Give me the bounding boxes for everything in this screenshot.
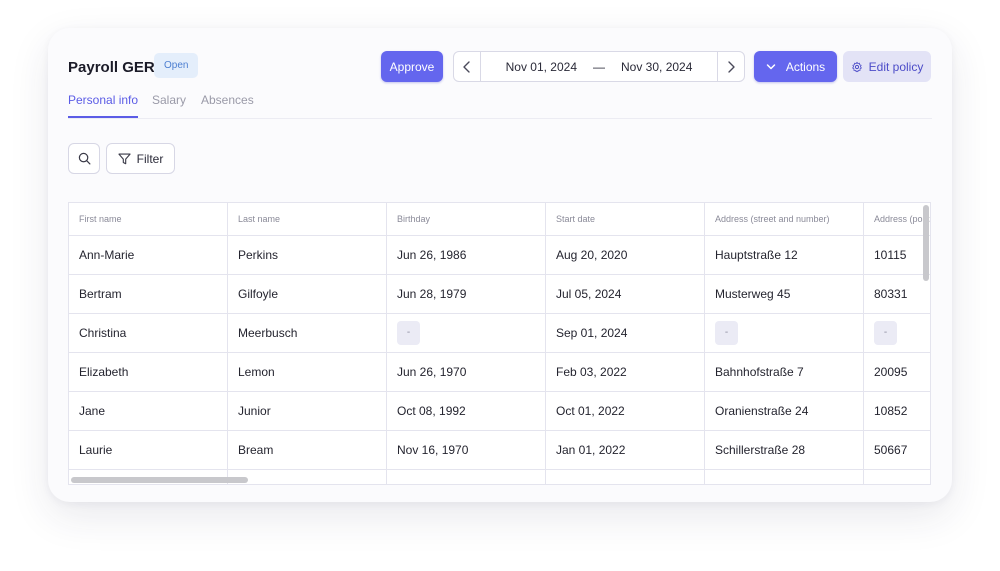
table-row[interactable]: Laurie Bream Nov 16, 1970 Jan 01, 2022 Schil… — [69, 431, 930, 470]
tab-personal-info[interactable]: Personal info — [68, 93, 139, 118]
table-cell: Gilfoyle — [228, 275, 387, 313]
column-header: Address (street and number) — [705, 203, 864, 235]
actions-button[interactable]: Actions — [754, 51, 837, 82]
table-cell: Musterweg 45 — [705, 275, 864, 313]
empty-value-chip: - — [715, 321, 738, 345]
table-cell: 10852 — [864, 392, 930, 430]
table-cell: Lemon — [228, 353, 387, 391]
table-cell: Jun 26, 1986 — [387, 236, 546, 274]
table-cell: - — [864, 314, 930, 352]
table-cell: Jun 26, 1970 — [387, 353, 546, 391]
table-cell: 50667 — [864, 431, 930, 469]
table-cell: Nov 16, 1970 — [387, 431, 546, 469]
previous-period-button[interactable] — [454, 52, 481, 81]
status-badge: Open — [154, 53, 199, 78]
column-header: First name — [69, 203, 228, 235]
table-cell: Sep 01, 2024 — [546, 314, 705, 352]
table-cell: Bertram — [69, 275, 228, 313]
table-cell: Ann-Marie — [69, 236, 228, 274]
table-cell: Bahnhofstraße 7 — [705, 353, 864, 391]
table-cell: 10115 — [864, 236, 930, 274]
payroll-card: Payroll GER Open Approve Nov 01, 2024 — … — [48, 28, 952, 502]
table-cell: Elizabeth — [69, 353, 228, 391]
table-cell: 20095 — [864, 353, 930, 391]
empty-value-chip: - — [874, 321, 897, 345]
column-header: Birthday — [387, 203, 546, 235]
table-cell: Oranienstraße 24 — [705, 392, 864, 430]
table-cell: Jun 28, 1979 — [387, 275, 546, 313]
column-header: Address (postal code) — [864, 203, 930, 235]
table-cell: Oct 01, 2022 — [546, 392, 705, 430]
vertical-scrollbar[interactable] — [923, 205, 929, 281]
table-cell: - — [705, 314, 864, 352]
table-cell: Hauptstraße 12 — [705, 236, 864, 274]
table-cell: Bream — [228, 431, 387, 469]
tab-bar: Personal info Salary Absences — [68, 93, 932, 119]
tab-absences[interactable]: Absences — [201, 93, 254, 118]
table-header-row: First name Last name Birthday Start date Add… — [69, 203, 930, 236]
table-cell — [228, 470, 387, 484]
table-row[interactable]: Elizabeth Lemon Jun 26, 1970 Feb 03, 2022 Ba… — [69, 353, 930, 392]
approve-button[interactable]: Approve — [381, 51, 443, 82]
search-button[interactable] — [68, 143, 100, 174]
table-row[interactable]: Bertram Gilfoyle Jun 28, 1979 Jul 05, 2024 M… — [69, 275, 930, 314]
empty-value-chip: - — [397, 321, 420, 345]
table-cell: Perkins — [228, 236, 387, 274]
table-cell — [387, 470, 546, 484]
table-cell: Schillerstraße 28 — [705, 431, 864, 469]
next-period-button[interactable] — [717, 52, 744, 81]
edit-policy-button[interactable]: Edit policy — [843, 51, 931, 82]
table-cell — [864, 470, 930, 484]
employee-table: First name Last name Birthday Start date Add… — [68, 202, 931, 485]
table-cell: Feb 03, 2022 — [546, 353, 705, 391]
date-separator: — — [593, 59, 605, 74]
table-cell: Aug 20, 2020 — [546, 236, 705, 274]
table-row[interactable]: Ann-Marie Perkins Jun 26, 1986 Aug 20, 2020… — [69, 236, 930, 275]
filter-button[interactable]: Filter — [106, 143, 175, 174]
chevron-right-icon — [728, 60, 735, 73]
table-row[interactable]: Jane Junior Oct 08, 1992 Oct 01, 2022 Oranie… — [69, 392, 930, 431]
table-cell: Laurie — [69, 431, 228, 469]
tab-salary[interactable]: Salary — [152, 93, 186, 118]
table-row[interactable]: Christina Meerbusch - Sep 01, 2024- - — [69, 314, 930, 353]
table-cell — [546, 470, 705, 484]
table-cell: Meerbusch — [228, 314, 387, 352]
gear-icon — [851, 61, 862, 72]
date-range-picker: Nov 01, 2024 — Nov 30, 2024 — [453, 51, 745, 82]
date-range-display[interactable]: Nov 01, 2024 — Nov 30, 2024 — [481, 52, 717, 81]
horizontal-scrollbar[interactable] — [71, 477, 248, 483]
date-start: Nov 01, 2024 — [505, 59, 577, 74]
table-cell: 80331 — [864, 275, 930, 313]
edit-policy-label: Edit policy — [868, 59, 924, 74]
table-cell: - — [387, 314, 546, 352]
filter-label: Filter — [136, 151, 164, 166]
column-header: Start date — [546, 203, 705, 235]
chevron-left-icon — [463, 60, 470, 73]
table-cell: Christina — [69, 314, 228, 352]
table-cell: Oct 08, 1992 — [387, 392, 546, 430]
column-header: Last name — [228, 203, 387, 235]
filter-icon — [118, 153, 131, 164]
chevron-down-icon — [766, 63, 776, 69]
actions-label: Actions — [785, 59, 826, 74]
page-title: Payroll GER — [68, 59, 155, 76]
date-end: Nov 30, 2024 — [621, 59, 693, 74]
table-cell: Jan 01, 2022 — [546, 431, 705, 469]
search-icon — [78, 152, 90, 165]
table-cell — [705, 470, 864, 484]
table-cell: Junior — [228, 392, 387, 430]
table-cell: Jul 05, 2024 — [546, 275, 705, 313]
table-cell: Jane — [69, 392, 228, 430]
